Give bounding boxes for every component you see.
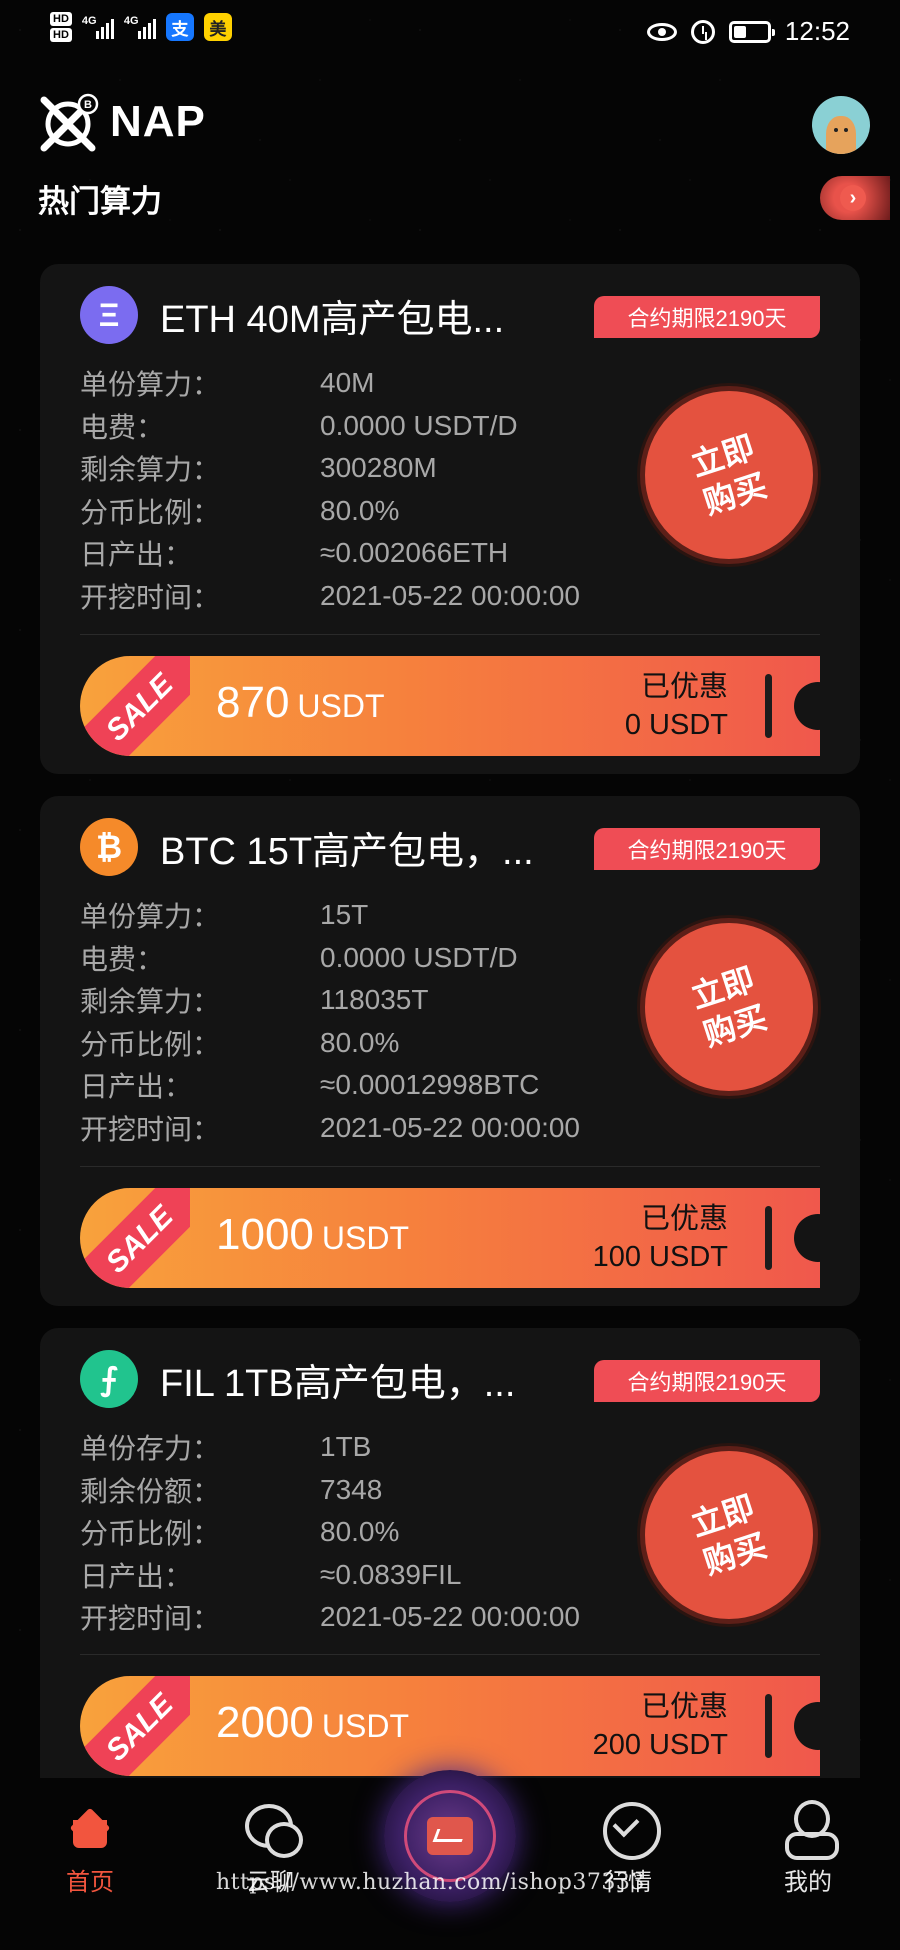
product-card-fil[interactable]: ⨍ FIL 1TB高产包电，... 合约期限2190天 单份存力： 1TB 剩余份… (40, 1328, 860, 1796)
buy-now-button[interactable]: 立即购买 (640, 386, 818, 564)
spec-row: 电费： 0.0000 USDT/D (80, 409, 518, 443)
meituan-icon: 美 (203, 13, 232, 41)
hd-icon: HD (50, 28, 72, 42)
price-bar: SALE 870 USDT 已优惠 0 USDT (80, 656, 820, 756)
ticket-divider (765, 1206, 772, 1270)
signal-icon: 4G (124, 15, 156, 39)
ticket-notch (794, 682, 820, 730)
spec-row: 单份存力： 1TB (80, 1431, 372, 1465)
spec-row: 分币比例： 80.0% (80, 1516, 400, 1550)
watermark: https://www.huzhan.com/ishop37333 (216, 1870, 645, 1895)
term-badge: 合约期限2190天 (594, 296, 820, 338)
spec-row: 开挖时间： 2021-05-22 00:00:00 (80, 1601, 580, 1635)
spec-row: 单份算力： 15T (80, 899, 369, 933)
buy-now-button[interactable]: 立即购买 (640, 1446, 818, 1624)
sale-tag: SALE (80, 1188, 190, 1288)
discount-info: 已优惠 200 USDT (592, 1691, 728, 1761)
spec-row: 日产出： ≈0.002066ETH (80, 537, 509, 571)
clock: 12:52 (784, 16, 850, 46)
chevron-right-icon: › (840, 185, 866, 211)
price: 2000 USDT (216, 1698, 409, 1747)
spec-row: 剩余份额： 7348 (80, 1473, 383, 1507)
ticket-divider (765, 674, 772, 738)
discount-info: 已优惠 0 USDT (624, 671, 728, 741)
svg-text:B: B (84, 99, 92, 111)
term-badge: 合约期限2190天 (594, 1360, 820, 1402)
spec-list: 单份算力： 40M 电费： 0.0000 USDT/D 剩余算力： 300280M 分… (80, 362, 640, 617)
ticket-notch (794, 1702, 820, 1750)
spec-list: 单份算力： 15T 电费： 0.0000 USDT/D 剩余算力： 118035T 分… (80, 894, 640, 1149)
spec-row: 开挖时间： 2021-05-22 00:00:00 (80, 1111, 580, 1145)
avatar[interactable] (812, 96, 870, 154)
eth-coin-icon: Ξ (80, 286, 138, 344)
status-bar: HD HD 4G 4G 支 美 12:52 (0, 0, 900, 68)
discount-info: 已优惠 100 USDT (592, 1203, 728, 1273)
sale-tag: SALE (80, 656, 190, 756)
signal-icon: 4G (82, 15, 114, 39)
buy-now-button[interactable]: 立即购买 (640, 918, 818, 1096)
spec-row: 日产出： ≈0.00012998BTC (80, 1069, 540, 1103)
spec-row: 开挖时间： 2021-05-22 00:00:00 (80, 579, 580, 613)
user-icon (781, 1800, 839, 1860)
ticket-notch (794, 1214, 820, 1262)
alarm-icon (690, 19, 715, 44)
term-badge: 合约期限2190天 (594, 828, 820, 870)
spec-row: 分币比例： 80.0% (80, 494, 400, 528)
product-title: ETH 40M高产包电... (160, 298, 505, 341)
price: 870 USDT (216, 678, 385, 727)
nav-home[interactable]: 首页 (30, 1800, 150, 1897)
product-card-btc[interactable]: ₿ BTC 15T高产包电，... 合约期限2190天 单份算力： 15T 电费：… (40, 796, 860, 1306)
spec-row: 日产出： ≈0.0839FIL (80, 1558, 462, 1592)
fil-coin-icon: ⨍ (80, 1350, 138, 1408)
divider (80, 634, 820, 635)
hd-icon: HD (50, 12, 72, 26)
battery-icon (728, 20, 775, 43)
divider (80, 1654, 820, 1655)
btc-coin-icon: ₿ (80, 818, 138, 876)
eye-icon (646, 22, 677, 41)
section-title: 热门算力 (38, 184, 162, 219)
nap-logo-icon: B (40, 93, 99, 152)
spec-row: 分币比例： 80.0% (80, 1026, 400, 1060)
more-button[interactable]: › (820, 176, 890, 220)
ticket-divider (765, 1694, 772, 1758)
market-icon (601, 1800, 661, 1860)
chat-icon (243, 1800, 303, 1858)
spec-list: 单份存力： 1TB 剩余份额： 7348 分币比例： 80.0% 日产出： ≈0.083… (80, 1426, 640, 1639)
home-icon (63, 1800, 117, 1854)
product-card-eth[interactable]: Ξ ETH 40M高产包电... 合约期限2190天 单份算力： 40M 电费： 0… (40, 264, 860, 774)
chart-icon (427, 1817, 473, 1855)
price-bar: SALE 1000 USDT 已优惠 100 USDT (80, 1188, 820, 1288)
spec-row: 电费： 0.0000 USDT/D (80, 941, 518, 975)
bottom-nav: 首页 云聊 行情 我的 (0, 1770, 900, 1950)
nav-mine[interactable]: 我的 (748, 1800, 868, 1897)
product-title: FIL 1TB高产包电，... (160, 1362, 516, 1405)
app-logo: B NAP (38, 92, 206, 152)
divider (80, 1166, 820, 1167)
sale-tag: SALE (80, 1676, 190, 1776)
product-title: BTC 15T高产包电，... (160, 830, 534, 873)
spec-row: 单份算力： 40M (80, 367, 375, 401)
spec-row: 剩余算力： 118035T (80, 984, 429, 1018)
alipay-icon: 支 (165, 13, 194, 41)
price: 1000 USDT (216, 1210, 409, 1259)
brand-name: NAP (110, 97, 206, 146)
price-bar: SALE 2000 USDT 已优惠 200 USDT (80, 1676, 820, 1776)
spec-row: 剩余算力： 300280M (80, 452, 437, 486)
